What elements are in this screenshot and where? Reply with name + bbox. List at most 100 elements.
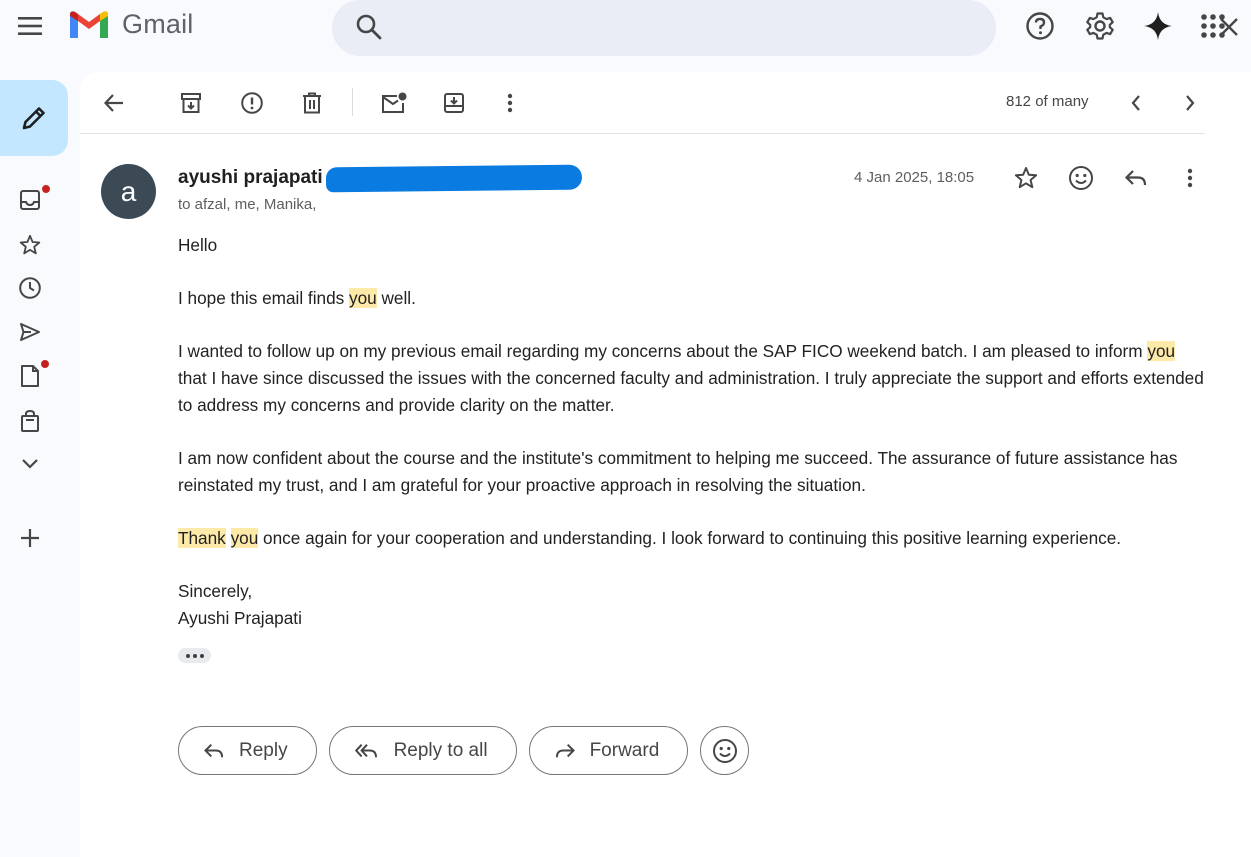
signature-name: Ayushi Prajapati xyxy=(178,608,302,628)
archive-button[interactable] xyxy=(174,86,208,120)
search-highlight: you xyxy=(1147,341,1176,361)
message-more-button[interactable] xyxy=(1172,160,1208,196)
text-run: once again for your cooperation and unde… xyxy=(258,528,1122,548)
star-message-button[interactable] xyxy=(1008,160,1044,196)
reply-icon xyxy=(1124,170,1147,186)
forward-icon xyxy=(555,743,575,757)
search-button[interactable] xyxy=(354,12,384,42)
back-arrow-icon xyxy=(103,94,123,112)
draft-icon xyxy=(21,365,39,387)
drafts-notification-dot xyxy=(40,359,50,369)
reply-all-button[interactable]: Reply to all xyxy=(328,726,517,775)
message-toolbar: 812 of many xyxy=(80,72,1205,134)
sender-name[interactable]: ayushi prajapati xyxy=(178,167,323,189)
older-button[interactable] xyxy=(1173,86,1207,120)
reply-button[interactable]: Reply xyxy=(178,726,317,775)
recipients-line[interactable]: to afzal, me, Manika, xyxy=(178,196,316,213)
help-button[interactable] xyxy=(1021,7,1059,45)
body-paragraph-4: Thank you once again for your cooperatio… xyxy=(178,525,1208,552)
forward-label: Forward xyxy=(589,739,660,761)
more-vert-icon xyxy=(507,93,513,113)
search-highlight: you xyxy=(349,288,377,308)
search-bar xyxy=(332,0,1238,56)
sidebar-item-starred[interactable] xyxy=(12,229,48,261)
star-icon xyxy=(19,234,41,255)
delete-button[interactable] xyxy=(295,86,329,120)
menu-icon xyxy=(18,17,42,35)
main-menu-button[interactable] xyxy=(12,8,48,44)
apps-grid-icon xyxy=(1201,14,1225,38)
gmail-logo[interactable]: Gmail xyxy=(68,8,194,40)
search-highlight: Thank xyxy=(178,528,226,548)
forward-button[interactable]: Forward xyxy=(528,726,689,775)
emoji-icon xyxy=(712,738,737,763)
mark-unread-icon xyxy=(382,92,407,113)
emoji-icon xyxy=(1069,166,1093,190)
compose-button[interactable] xyxy=(0,80,68,156)
emoji-reaction-button[interactable] xyxy=(700,726,750,775)
avatar[interactable]: a xyxy=(101,164,156,219)
plus-icon xyxy=(21,529,39,547)
bag-icon xyxy=(21,409,39,432)
top-bar: Gmail xyxy=(0,0,1251,56)
text-run: well. xyxy=(376,288,416,308)
add-reaction-button[interactable] xyxy=(1063,160,1099,196)
sidebar-item-snoozed[interactable] xyxy=(12,272,48,304)
apps-button[interactable] xyxy=(1194,7,1232,45)
body-paragraph-3: I am now confident about the course and … xyxy=(178,448,1178,495)
text-run: that I have since discussed the issues w… xyxy=(178,368,1204,415)
reply-actions: Reply Reply to all Forward xyxy=(178,726,750,775)
settings-button[interactable] xyxy=(1081,7,1119,45)
text-run: I hope this email finds xyxy=(178,288,350,308)
text-run xyxy=(226,528,231,548)
inbox-notification-dot xyxy=(41,184,51,194)
move-to-button[interactable] xyxy=(437,86,471,120)
chevron-down-icon xyxy=(22,459,38,469)
help-icon xyxy=(1026,12,1054,40)
report-spam-button[interactable] xyxy=(235,86,269,120)
more-options-button[interactable] xyxy=(493,86,527,120)
star-icon xyxy=(1014,166,1038,189)
toolbar-divider xyxy=(352,88,353,116)
gemini-sparkle-icon xyxy=(1144,12,1172,40)
sign-off: Sincerely, xyxy=(178,581,253,601)
signature-block: Sincerely, Ayushi Prajapati xyxy=(178,578,1208,632)
chevron-left-icon xyxy=(1131,95,1140,111)
text-run: I wanted to follow up on my previous ema… xyxy=(178,341,1148,361)
gmail-logo-icon xyxy=(70,11,108,38)
redaction-mark xyxy=(325,164,583,193)
gear-icon xyxy=(1086,12,1114,40)
archive-icon xyxy=(181,93,201,113)
search-input[interactable] xyxy=(402,12,882,42)
reply-label: Reply xyxy=(239,739,288,761)
app-name: Gmail xyxy=(122,8,194,39)
avatar-letter: a xyxy=(120,175,137,207)
show-trimmed-content-button[interactable] xyxy=(178,648,211,663)
send-icon xyxy=(20,323,40,341)
inbox-icon xyxy=(20,190,40,210)
body-paragraph-1: I hope this email finds you well. xyxy=(178,285,1208,312)
newer-button[interactable] xyxy=(1119,86,1153,120)
create-label-button[interactable] xyxy=(12,522,48,554)
trash-icon xyxy=(303,92,321,114)
mark-unread-button[interactable] xyxy=(377,86,411,120)
sidebar-item-purchases[interactable] xyxy=(12,405,48,437)
body-paragraph-2: I wanted to follow up on my previous ema… xyxy=(178,338,1208,419)
search-icon xyxy=(356,14,382,40)
move-to-icon xyxy=(444,93,464,113)
reply-icon xyxy=(204,743,224,757)
report-icon xyxy=(241,92,263,114)
greeting: Hello xyxy=(178,235,218,255)
gemini-button[interactable] xyxy=(1139,7,1177,45)
sidebar-more-button[interactable] xyxy=(12,448,48,480)
reply-all-icon xyxy=(354,743,377,757)
pencil-icon xyxy=(22,107,45,130)
back-button[interactable] xyxy=(97,86,131,120)
message-view: 812 of many a ayushi prajapati to afzal,… xyxy=(80,72,1251,857)
message-body: Hello I hope this email finds you well. … xyxy=(178,232,1208,632)
sidebar-item-sent[interactable] xyxy=(12,316,48,348)
reply-icon-button[interactable] xyxy=(1118,160,1154,196)
reply-all-label: Reply to all xyxy=(393,739,488,761)
search-highlight: you xyxy=(230,528,259,548)
message-date: 4 Jan 2025, 18:05 xyxy=(854,169,975,186)
